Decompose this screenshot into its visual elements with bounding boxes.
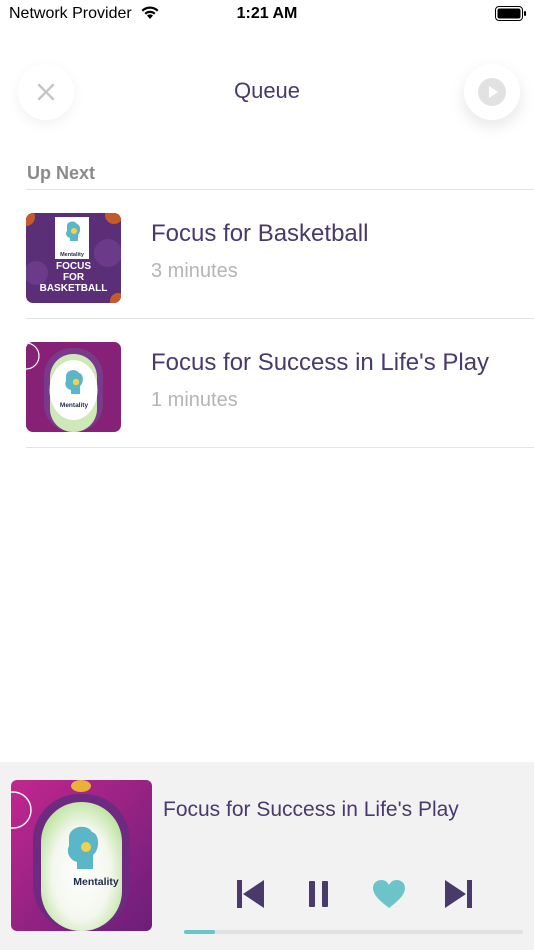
page-title: Queue (233, 78, 301, 103)
row-divider (26, 447, 534, 448)
artwork-brand: Mentality (60, 252, 85, 258)
queue-header: Queue (0, 60, 534, 124)
section-label-up-next: Up Next (27, 163, 96, 183)
artwork-brand: Mentality (60, 402, 89, 409)
mini-player[interactable]: Mentality Focus for Success in Life's Pl… (0, 762, 534, 950)
pause-button[interactable] (299, 874, 339, 914)
play-button[interactable] (464, 64, 520, 120)
playback-progress-bar[interactable] (184, 930, 523, 934)
queue-item-title: Focus for Basketball (151, 220, 369, 247)
playback-progress-fill (184, 930, 215, 934)
basketball-artwork: Mentality FOCUS FOR BASKETBALL (26, 213, 121, 303)
queue-item[interactable]: Mentality FOCUS FOR BASKETBALL Focus for… (26, 190, 534, 319)
previous-icon (237, 880, 264, 908)
artwork-line3: BASKETBALL (40, 283, 108, 294)
status-time: 1:21 AM (236, 5, 298, 22)
now-playing-title: Focus for Success in Life's Play (163, 798, 459, 821)
artwork-line2: FOR (63, 272, 85, 283)
life-play-artwork: Mentality (26, 342, 121, 432)
now-playing-artwork: Mentality (11, 780, 152, 931)
artwork-brand: Mentality (73, 876, 119, 888)
next-icon (445, 880, 472, 908)
pause-icon (309, 881, 328, 907)
queue-item-duration: 1 minutes (151, 389, 238, 411)
play-icon (478, 78, 506, 106)
queue-item-duration: 3 minutes (151, 260, 238, 282)
status-bar: Network Provider 1:21 AM (0, 0, 534, 30)
battery-icon (495, 6, 526, 21)
artwork-line1: FOCUS (56, 261, 91, 272)
next-button[interactable] (439, 874, 479, 914)
queue-item-title: Focus for Success in Life's Play (151, 349, 490, 376)
previous-button[interactable] (230, 874, 270, 914)
queue-item[interactable]: Mentality Focus for Success in Life's Pl… (26, 319, 534, 448)
heart-icon (373, 880, 405, 908)
favorite-button[interactable] (369, 874, 409, 914)
